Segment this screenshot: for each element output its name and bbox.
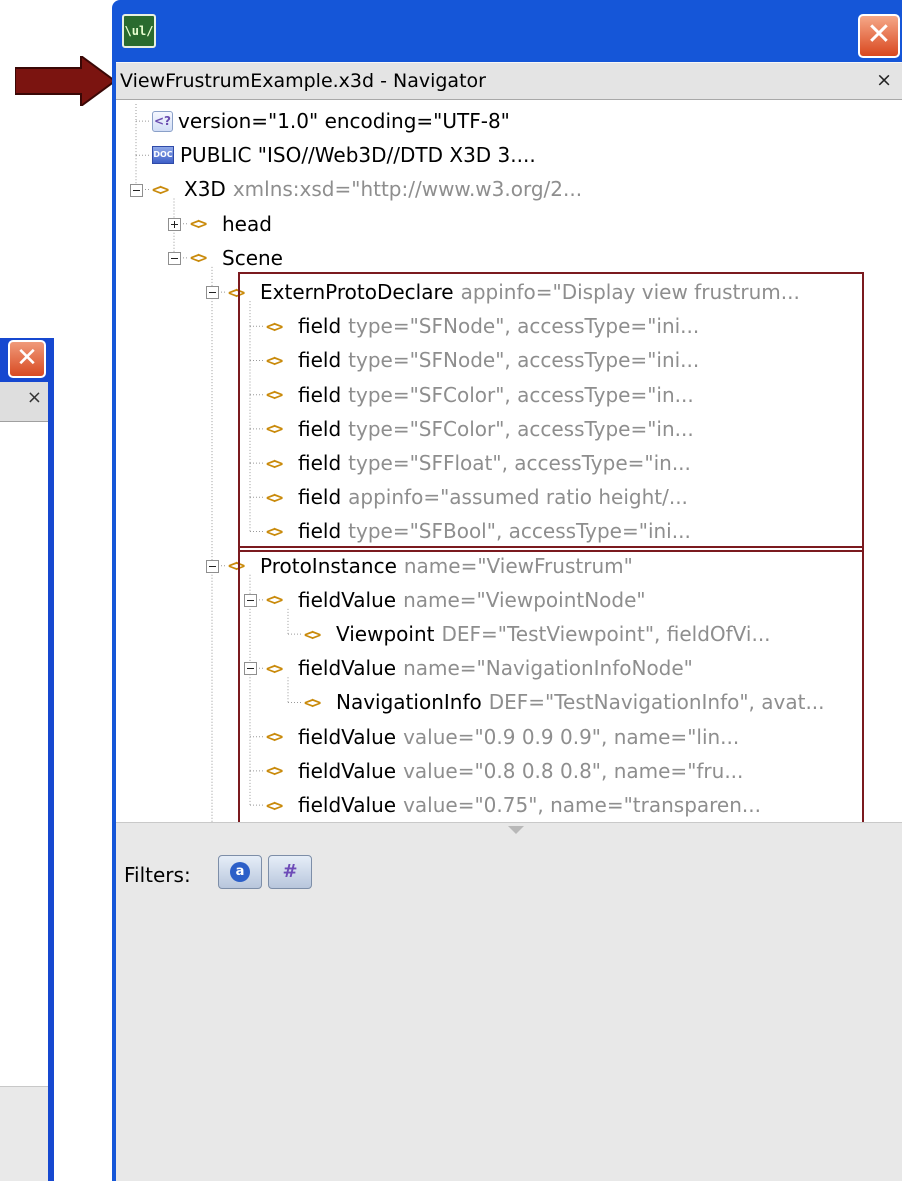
externprotodeclare-highlight-box [238, 272, 864, 552]
x3d-expander-minus-icon[interactable] [130, 183, 143, 197]
tree-node-head[interactable]: <> head [190, 207, 272, 241]
tree-node-name: Scene [222, 245, 283, 270]
tree-node-doctype[interactable]: DOC PUBLIC "ISO//Web3D//DTD X3D 3.... [152, 138, 536, 172]
tree-node-name: PUBLIC "ISO//Web3D//DTD X3D 3.... [180, 143, 536, 168]
show-text-nodes-filter-icon: # [282, 861, 298, 882]
scene-expander-minus-icon[interactable] [168, 251, 181, 265]
filters-label: Filters: [124, 863, 191, 887]
navigator-window: \ul/ ✕ ViewFrustrumExample.x3d - Navigat… [112, 0, 902, 1181]
background-window-content [0, 422, 48, 1086]
navigator-bottom-bar: Filters: a # [116, 822, 902, 1181]
element-tag-icon: <> [190, 214, 207, 234]
show-attributes-filter-icon: a [230, 862, 250, 882]
element-tag-icon: <> [152, 179, 169, 199]
tree-node-name: version="1.0" encoding="UTF-8" [178, 109, 510, 133]
background-window-tab-close-button[interactable]: × [27, 387, 42, 408]
window-close-button[interactable]: ✕ [858, 14, 900, 58]
background-window-tab-header: × [0, 382, 48, 422]
protoinstance-highlight-box [238, 545, 864, 826]
background-window-close-button[interactable]: ✕ [8, 340, 46, 378]
tree-node-scene[interactable]: <> Scene [190, 241, 283, 275]
resize-grip-icon[interactable] [508, 826, 524, 834]
tree-node-pi[interactable]: <? version="1.0" encoding="UTF-8" [152, 104, 510, 138]
navigator-tab-header[interactable]: ViewFrustrumExample.x3d - Navigator × [116, 62, 902, 100]
doctype-icon: DOC [152, 146, 174, 165]
navigator-close-button[interactable]: × [876, 69, 892, 91]
protoinstance-expander-minus-icon[interactable] [206, 559, 219, 573]
show-text-nodes-filter-button[interactable]: # [268, 855, 312, 889]
tree-node-attributes: xmlns:xsd="http://www.w3.org/2... [232, 177, 583, 202]
navigator-title: ViewFrustrumExample.x3d - Navigator [120, 70, 486, 92]
element-tag-icon: <> [190, 248, 207, 268]
tree-node-x3d[interactable]: <> X3D xmlns:xsd="http://www.w3.org/2... [152, 172, 582, 206]
tree-node-name: X3D [184, 177, 226, 202]
head-expander-plus-icon[interactable] [168, 217, 181, 231]
processing-instruction-icon: <? [152, 110, 173, 132]
tree-node-name: head [222, 211, 272, 236]
window-title-bar[interactable]: \ul/ ✕ [112, 0, 902, 62]
show-attributes-filter-button[interactable]: a [218, 855, 262, 889]
background-window-bottom-bar [0, 1086, 48, 1181]
tree-app-icon: \ul/ [122, 14, 156, 48]
externproto-expander-minus-icon[interactable] [206, 286, 219, 300]
background-window: ✕ × [0, 338, 54, 1181]
annotation-arrow [15, 56, 115, 106]
